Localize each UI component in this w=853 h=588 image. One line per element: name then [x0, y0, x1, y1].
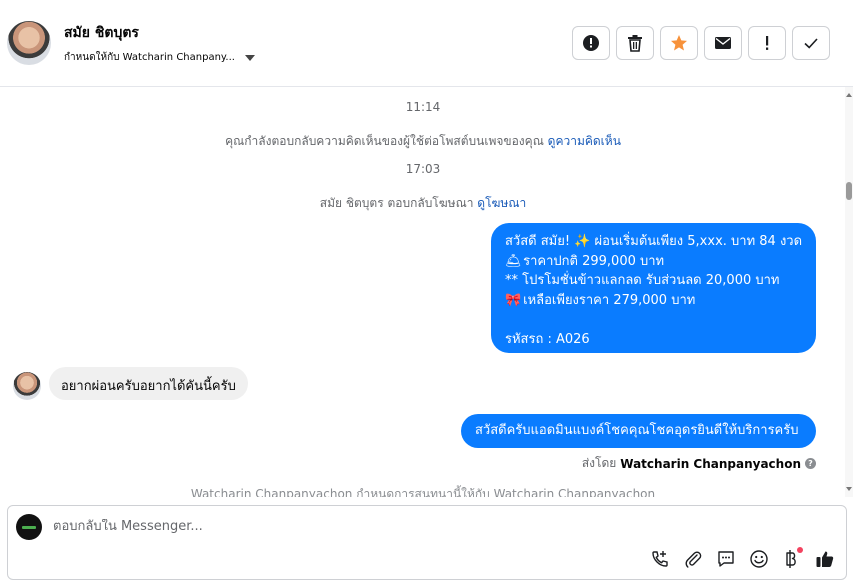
message-line: 🎀 เหลือเพียงราคา 279,000 บาท — [505, 291, 806, 311]
assignment-system-message: Watcharin Chanpanyachon กำหนดการสนทนานี้… — [190, 487, 656, 497]
done-button[interactable] — [792, 26, 830, 60]
attachment-icon — [685, 551, 702, 568]
scroll-down-arrow-icon[interactable] — [846, 487, 852, 491]
call-add-icon — [652, 551, 668, 567]
star-icon — [671, 35, 687, 51]
sent-by-label: ส่งโดย — [581, 456, 617, 470]
outgoing-message-bubble[interactable]: สวัสดี สมัย! ✨ ผ่อนเริ่มต้นเพียง 5,xxx. … — [491, 223, 816, 353]
message-line: สวัสดี สมัย! ✨ ผ่อนเริ่มต้นเพียง 5,xxx. … — [505, 234, 803, 249]
check-icon — [804, 38, 818, 49]
view-comment-link[interactable]: ดูความคิดเห็น — [548, 134, 621, 148]
scroll-thumb[interactable] — [846, 182, 852, 200]
outgoing-message-bubble[interactable]: สวัสดีครับแอดมินแบงค์โชคคุณโชคอุดรยินดีใ… — [461, 414, 816, 448]
view-ad-link[interactable]: ดูโฆษณา — [477, 196, 526, 210]
help-icon[interactable]: ? — [805, 458, 816, 469]
contact-name[interactable]: สมัย ชิตบุตร — [64, 22, 139, 44]
attach-button[interactable] — [682, 548, 704, 570]
assignee-dropdown[interactable]: กำหนดให้กับ Watcharin Chanpany... — [64, 50, 255, 65]
message-text: อยากผ่อนครับอยากได้คันนี้ครับ — [61, 379, 236, 394]
star-button[interactable] — [660, 26, 698, 60]
composer-toolbar — [649, 547, 836, 570]
sent-by-name: Watcharin Chanpanyachon — [620, 456, 801, 471]
thread-scrollbar[interactable] — [845, 87, 853, 497]
follow-up-button[interactable] — [748, 26, 786, 60]
trash-icon — [628, 35, 642, 52]
saved-reply-button[interactable] — [715, 548, 737, 570]
page-avatar — [16, 514, 42, 540]
exclamation-icon — [766, 36, 769, 50]
reply-composer — [7, 505, 847, 580]
conversation-actions — [572, 26, 830, 60]
delete-button[interactable] — [616, 26, 654, 60]
alert-circle-icon — [583, 35, 599, 51]
like-icon — [816, 551, 834, 567]
conversation-header: สมัย ชิตบุตร กำหนดให้กับ Watcharin Chanp… — [0, 0, 853, 87]
emoji-icon — [750, 550, 768, 568]
contact-avatar-small[interactable] — [13, 372, 41, 400]
contact-avatar[interactable] — [7, 21, 51, 65]
notification-dot — [797, 547, 803, 553]
spam-button[interactable] — [572, 26, 610, 60]
scroll-up-arrow-icon[interactable] — [846, 93, 852, 97]
like-button[interactable] — [814, 548, 836, 570]
bell-icon: 🛎 — [505, 253, 522, 269]
payment-button[interactable] — [781, 547, 803, 570]
message-thread[interactable]: 11:14 คุณกำลังตอบกลับความคิดเห็นของผู้ใช… — [0, 87, 846, 497]
system-message-text: สมัย ชิตบุตร ตอบกลับโฆษณา — [319, 196, 474, 210]
timestamp: 11:14 — [405, 100, 441, 114]
system-message-text: คุณกำลังตอบกลับความคิดเห็นของผู้ใช้ต่อโพ… — [225, 134, 544, 148]
inbox-conversation: สมัย ชิตบุตร กำหนดให้กับ Watcharin Chanp… — [0, 0, 853, 588]
ribbon-icon: 🎀 — [505, 292, 522, 308]
chevron-down-icon — [244, 54, 255, 61]
system-message: คุณกำลังตอบกลับความคิดเห็นของผู้ใช้ต่อโพ… — [0, 132, 846, 151]
emoji-button[interactable] — [748, 548, 770, 570]
call-add-button[interactable] — [649, 548, 671, 570]
system-message: สมัย ชิตบุตร ตอบกลับโฆษณา ดูโฆษณา — [0, 194, 846, 213]
assignee-label: กำหนดให้กับ Watcharin Chanpany... — [64, 52, 235, 63]
message-text: สวัสดีครับแอดมินแบงค์โชคคุณโชคอุดรยินดีใ… — [475, 423, 799, 438]
message-line: 🛎 ราคาปกติ 299,000 บาท — [505, 252, 806, 272]
envelope-icon — [715, 37, 731, 49]
reply-input[interactable] — [53, 519, 753, 534]
message-line: ** โปรโมชั่นข้าวแลกลด รับส่วนลด 20,000 บ… — [505, 273, 780, 288]
sent-by: ส่งโดย Watcharin Chanpanyachon ? — [582, 454, 816, 473]
mark-unread-button[interactable] — [704, 26, 742, 60]
saved-reply-icon — [718, 551, 734, 567]
message-line: รหัสรถ : A026 — [505, 331, 590, 347]
timestamp: 17:03 — [405, 162, 441, 176]
incoming-message-bubble[interactable]: อยากผ่อนครับอยากได้คันนี้ครับ — [49, 367, 248, 400]
